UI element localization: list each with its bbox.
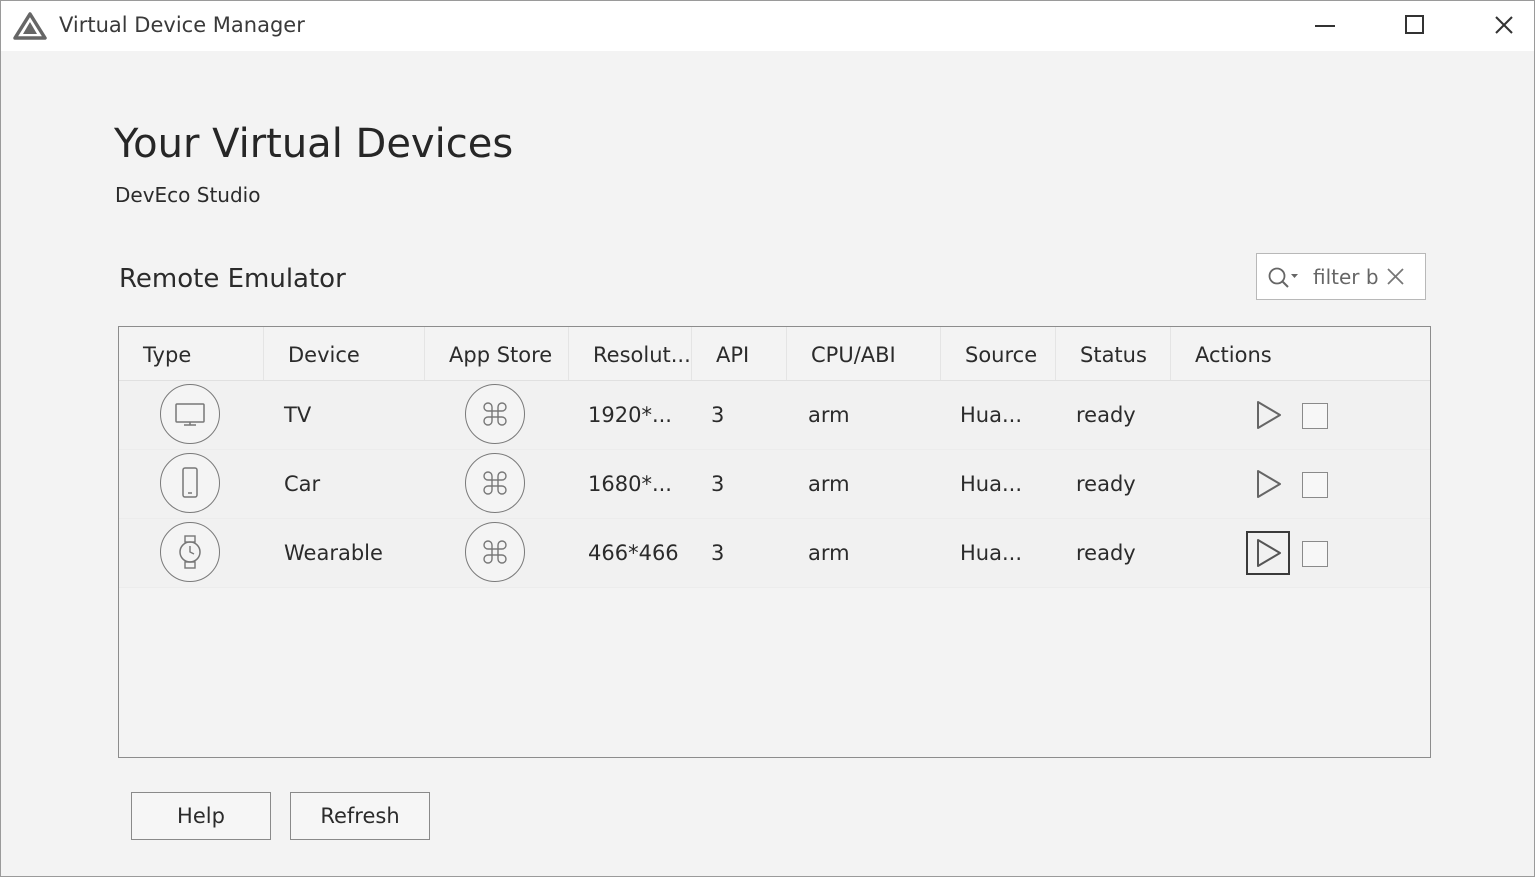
table-row[interactable]: TV 1920*... 3 arm Hua... ready: [119, 381, 1430, 450]
column-header-source[interactable]: Source: [941, 327, 1056, 380]
close-button[interactable]: [1474, 1, 1534, 49]
app-store-icon: [465, 453, 525, 513]
app-store-icon: [465, 384, 525, 444]
play-icon: [1257, 539, 1281, 567]
virtual-device-manager-window: Virtual Device Manager Your Virtual Devi…: [0, 0, 1535, 877]
column-header-status[interactable]: Status: [1056, 327, 1171, 380]
page-title: Your Virtual Devices: [114, 121, 514, 167]
page-subtitle: DevEco Studio: [115, 183, 261, 207]
search-icon[interactable]: [1267, 266, 1303, 290]
refresh-button[interactable]: Refresh: [290, 792, 430, 840]
filter-input[interactable]: [1313, 263, 1379, 291]
device-api: 3: [711, 403, 725, 427]
column-header-api[interactable]: API: [692, 327, 787, 380]
device-table: Type Device App Store Resolut... API CPU…: [118, 326, 1431, 758]
app-store-icon: [465, 522, 525, 582]
device-cpu-abi: arm: [808, 472, 850, 496]
phone-icon: [160, 453, 220, 513]
device-source: Hua...: [960, 541, 1022, 565]
run-button[interactable]: [1251, 398, 1285, 432]
maximize-button[interactable]: [1385, 1, 1445, 49]
table-row[interactable]: Car 1680*... 3 arm Hua... ready: [119, 450, 1430, 519]
column-header-type[interactable]: Type: [119, 327, 264, 380]
device-cpu-abi: arm: [808, 541, 850, 565]
column-header-actions[interactable]: Actions: [1171, 327, 1430, 380]
stop-button[interactable]: [1302, 472, 1328, 498]
section-title: Remote Emulator: [119, 264, 346, 294]
table-row[interactable]: Wearable 466*466 3 arm Hua... ready: [119, 519, 1430, 588]
help-button[interactable]: Help: [131, 792, 271, 840]
play-icon: [1257, 470, 1281, 498]
device-source: Hua...: [960, 403, 1022, 427]
device-resolution: 1680*...: [588, 472, 672, 496]
title-bar: Virtual Device Manager: [1, 1, 1534, 51]
column-header-resolution[interactable]: Resolut...: [569, 327, 692, 380]
run-button[interactable]: [1246, 531, 1290, 575]
clear-filter-icon[interactable]: [1385, 266, 1407, 288]
device-name: Wearable: [284, 541, 383, 565]
watch-icon: [160, 522, 220, 582]
table-header: Type Device App Store Resolut... API CPU…: [119, 327, 1430, 381]
filter-box[interactable]: [1256, 253, 1426, 300]
column-header-app-store[interactable]: App Store: [425, 327, 569, 380]
device-cpu-abi: arm: [808, 403, 850, 427]
device-resolution: 1920*...: [588, 403, 672, 427]
stop-button[interactable]: [1302, 541, 1328, 567]
play-icon: [1257, 401, 1281, 429]
stop-button[interactable]: [1302, 403, 1328, 429]
minimize-icon: [1315, 25, 1335, 27]
minimize-button[interactable]: [1295, 1, 1355, 49]
device-source: Hua...: [960, 472, 1022, 496]
close-icon: [1495, 16, 1513, 34]
device-status: ready: [1076, 403, 1136, 427]
maximize-icon: [1405, 15, 1424, 34]
tv-icon: [160, 384, 220, 444]
run-button[interactable]: [1251, 467, 1285, 501]
device-status: ready: [1076, 472, 1136, 496]
window-title: Virtual Device Manager: [59, 13, 305, 37]
device-resolution: 466*466: [588, 541, 679, 565]
device-api: 3: [711, 541, 725, 565]
device-api: 3: [711, 472, 725, 496]
device-status: ready: [1076, 541, 1136, 565]
device-name: Car: [284, 472, 321, 496]
column-header-device[interactable]: Device: [264, 327, 425, 380]
deveco-logo-icon: [13, 12, 47, 40]
device-name: TV: [284, 403, 312, 427]
column-header-cpu-abi[interactable]: CPU/ABI: [787, 327, 941, 380]
